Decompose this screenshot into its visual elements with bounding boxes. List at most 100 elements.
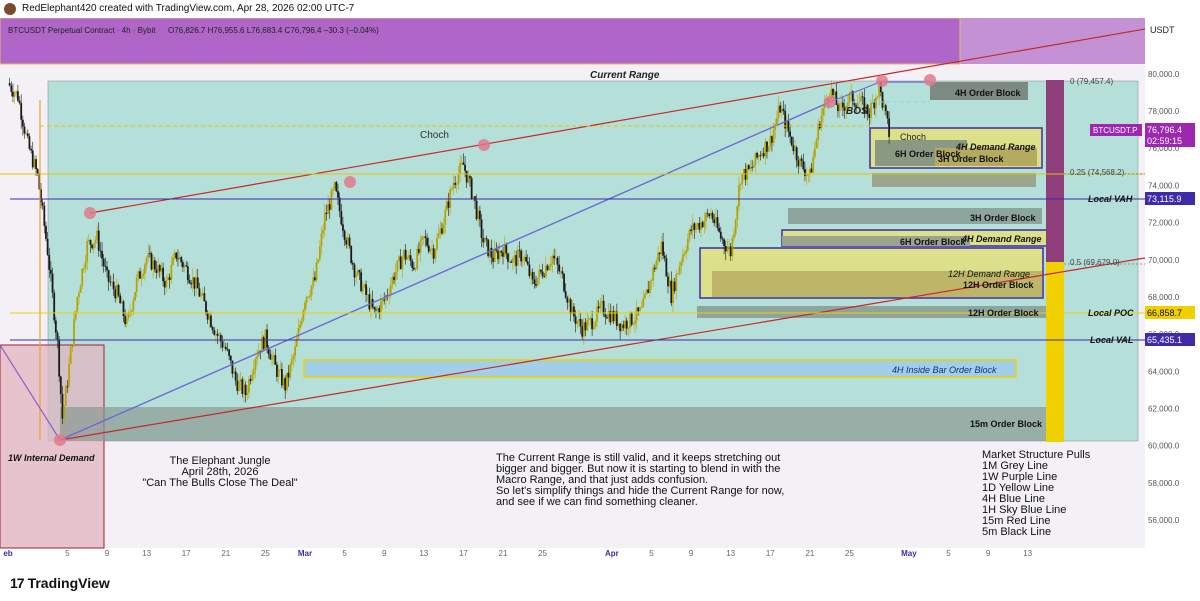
candle-body: [439, 228, 442, 234]
candle-body: [681, 254, 684, 262]
candle-body: [289, 364, 292, 378]
candle-body: [551, 255, 554, 264]
candle-body: [269, 354, 272, 360]
candle-body: [411, 260, 414, 268]
candle-body: [756, 152, 758, 158]
candle-body: [677, 273, 679, 275]
candle-body: [508, 261, 511, 263]
candle-body: [698, 223, 701, 230]
candle-body: [284, 378, 287, 391]
candle-body: [355, 275, 358, 278]
candle-body: [337, 191, 339, 198]
candle-body: [792, 145, 795, 152]
candle-body: [670, 280, 673, 304]
candle-body: [477, 210, 480, 219]
y-tick-label: 58,000.0: [1148, 479, 1180, 488]
candle-body: [414, 268, 417, 270]
candle-body: [272, 355, 275, 357]
symbol-line: BTCUSDT Perpetual Contract · 4h · Bybit: [8, 26, 156, 35]
x-tick-label: 5: [342, 549, 347, 558]
candle-body: [766, 141, 768, 152]
candle-body: [597, 306, 600, 309]
candle-body: [264, 329, 267, 349]
candle-body: [413, 267, 415, 270]
time-axis: eb 5 9 13 17 21 25 Mar 5 9 13 17 21 25 Apr 5 9 13 17 21 25 Ma…: [3, 549, 1032, 558]
tv-logo-icon: 17: [10, 575, 25, 591]
candle-body: [107, 270, 110, 282]
candle-body: [71, 345, 74, 348]
candle-body: [139, 271, 141, 279]
candle-body: [535, 283, 537, 286]
candle-body: [68, 364, 70, 387]
candle-body: [254, 358, 257, 370]
price-chart[interactable]: 56,000.0 58,000.0 60,000.0 62,000.0 64,000.0…: [0, 18, 1200, 566]
candle-body: [74, 310, 77, 320]
candle-body: [447, 201, 450, 208]
candle-body: [512, 258, 514, 263]
candle-body: [243, 384, 245, 394]
candle-body: [41, 202, 44, 206]
candle-body: [353, 264, 356, 278]
candle-body: [528, 264, 531, 276]
candle-body: [647, 289, 650, 293]
candle-body: [724, 246, 727, 252]
candle-body: [271, 356, 273, 360]
annotation-choch-right: Choch: [900, 132, 926, 142]
candle-body: [246, 392, 249, 396]
candle-body: [167, 277, 169, 280]
tradingview-logo[interactable]: 17 TradingView: [10, 575, 110, 591]
label-3h-order-block-upper: 3H Order Block: [938, 154, 1005, 164]
candle-body: [200, 294, 202, 297]
candle-body: [378, 308, 381, 314]
candle-body: [191, 277, 194, 285]
label-local-val: Local VAL: [1090, 335, 1133, 345]
candle-body: [69, 347, 72, 365]
candle-body: [648, 281, 651, 293]
candle-body: [815, 139, 818, 149]
candle-body: [561, 271, 564, 274]
candle-body: [391, 276, 394, 285]
currency-label: USDT: [1150, 25, 1175, 35]
candle-body: [431, 248, 433, 250]
candle-body: [87, 240, 90, 241]
candle-body: [601, 300, 603, 304]
candle-body: [111, 281, 113, 283]
candle-body: [314, 277, 316, 281]
candle-body: [637, 307, 640, 312]
candle-body: [310, 285, 313, 296]
candle-body: [137, 271, 140, 279]
candle-body: [318, 246, 321, 260]
candle-body: [802, 160, 805, 170]
fib-column-lower: [1046, 262, 1064, 442]
candle-body: [120, 301, 123, 304]
candle-body: [688, 229, 691, 240]
symbol-tag: BTCUSDT.P: [1093, 126, 1137, 135]
candle-body: [777, 105, 780, 119]
candle-body: [302, 310, 305, 321]
candle-body: [81, 268, 84, 286]
candle-body: [632, 323, 635, 325]
candle-body: [394, 271, 397, 281]
candle-body: [134, 292, 136, 301]
candle-body: [408, 255, 410, 259]
candle-body: [838, 103, 841, 112]
candle-body: [497, 250, 499, 260]
label-4h-demand-range-lower: 4H Demand Range: [961, 234, 1042, 244]
candle-body: [886, 111, 889, 119]
candle-body: [48, 254, 51, 270]
candle-body: [861, 96, 864, 98]
candle-body: [368, 294, 371, 310]
candle-body: [348, 237, 351, 247]
x-tick-label: 13: [726, 549, 735, 558]
candle-body: [61, 394, 64, 419]
candle-body: [743, 168, 745, 174]
candle-body: [487, 239, 490, 257]
candle-body: [18, 100, 21, 104]
candle-body: [279, 369, 282, 370]
candle-body: [262, 337, 265, 349]
candle-body: [642, 298, 645, 308]
candle-body: [482, 237, 485, 243]
candle-body: [516, 249, 519, 266]
candle-body: [59, 376, 62, 395]
candle-body: [79, 285, 82, 293]
